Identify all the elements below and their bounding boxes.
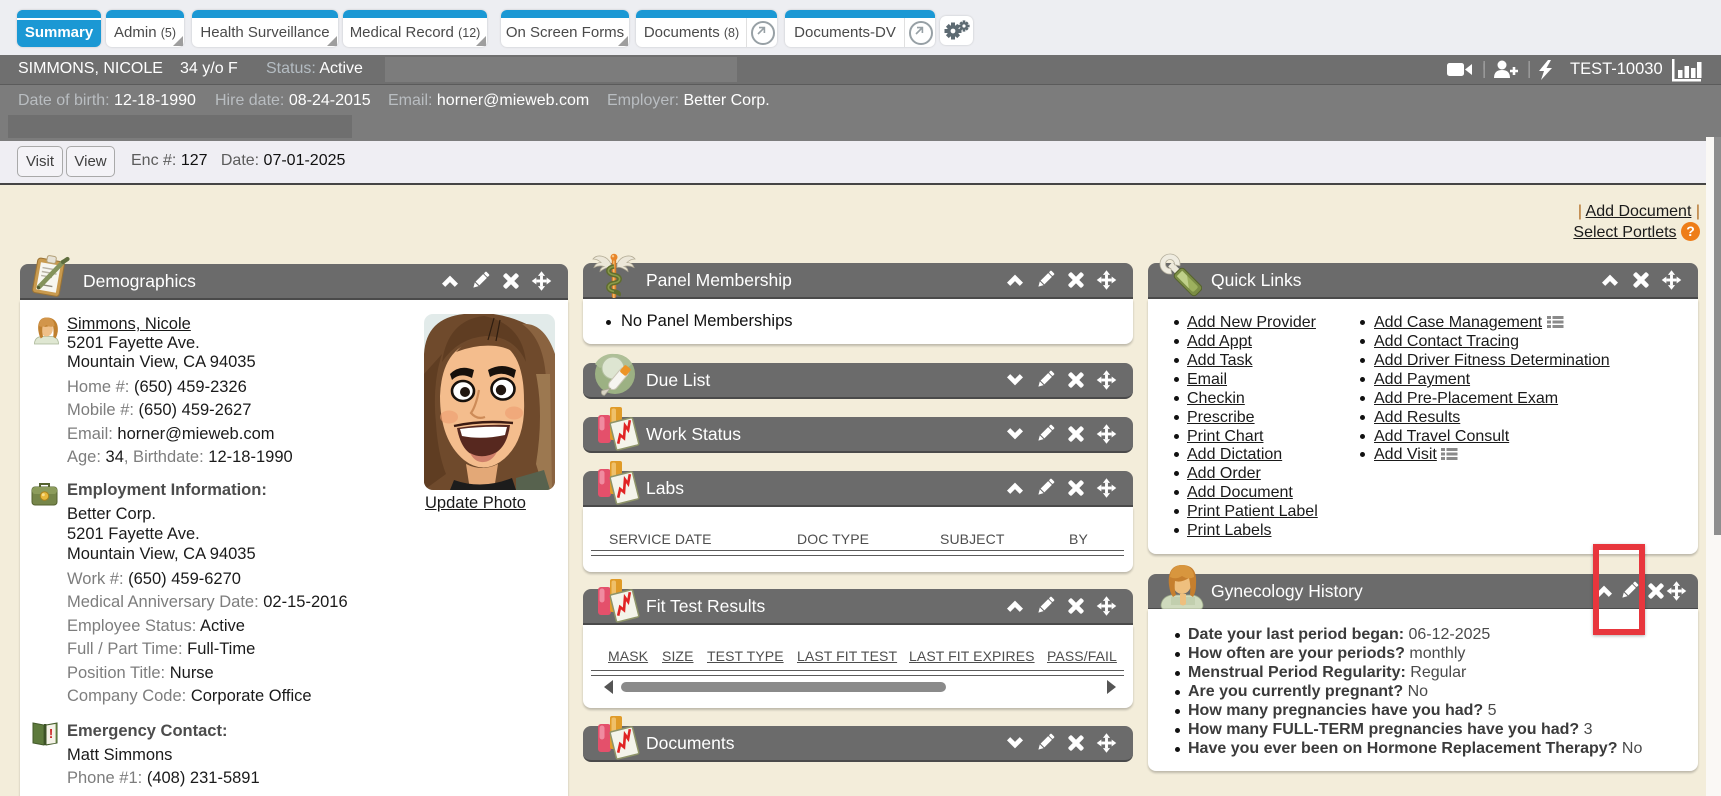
svg-text:!: ! — [49, 726, 53, 741]
svg-text:?: ? — [1686, 223, 1695, 239]
